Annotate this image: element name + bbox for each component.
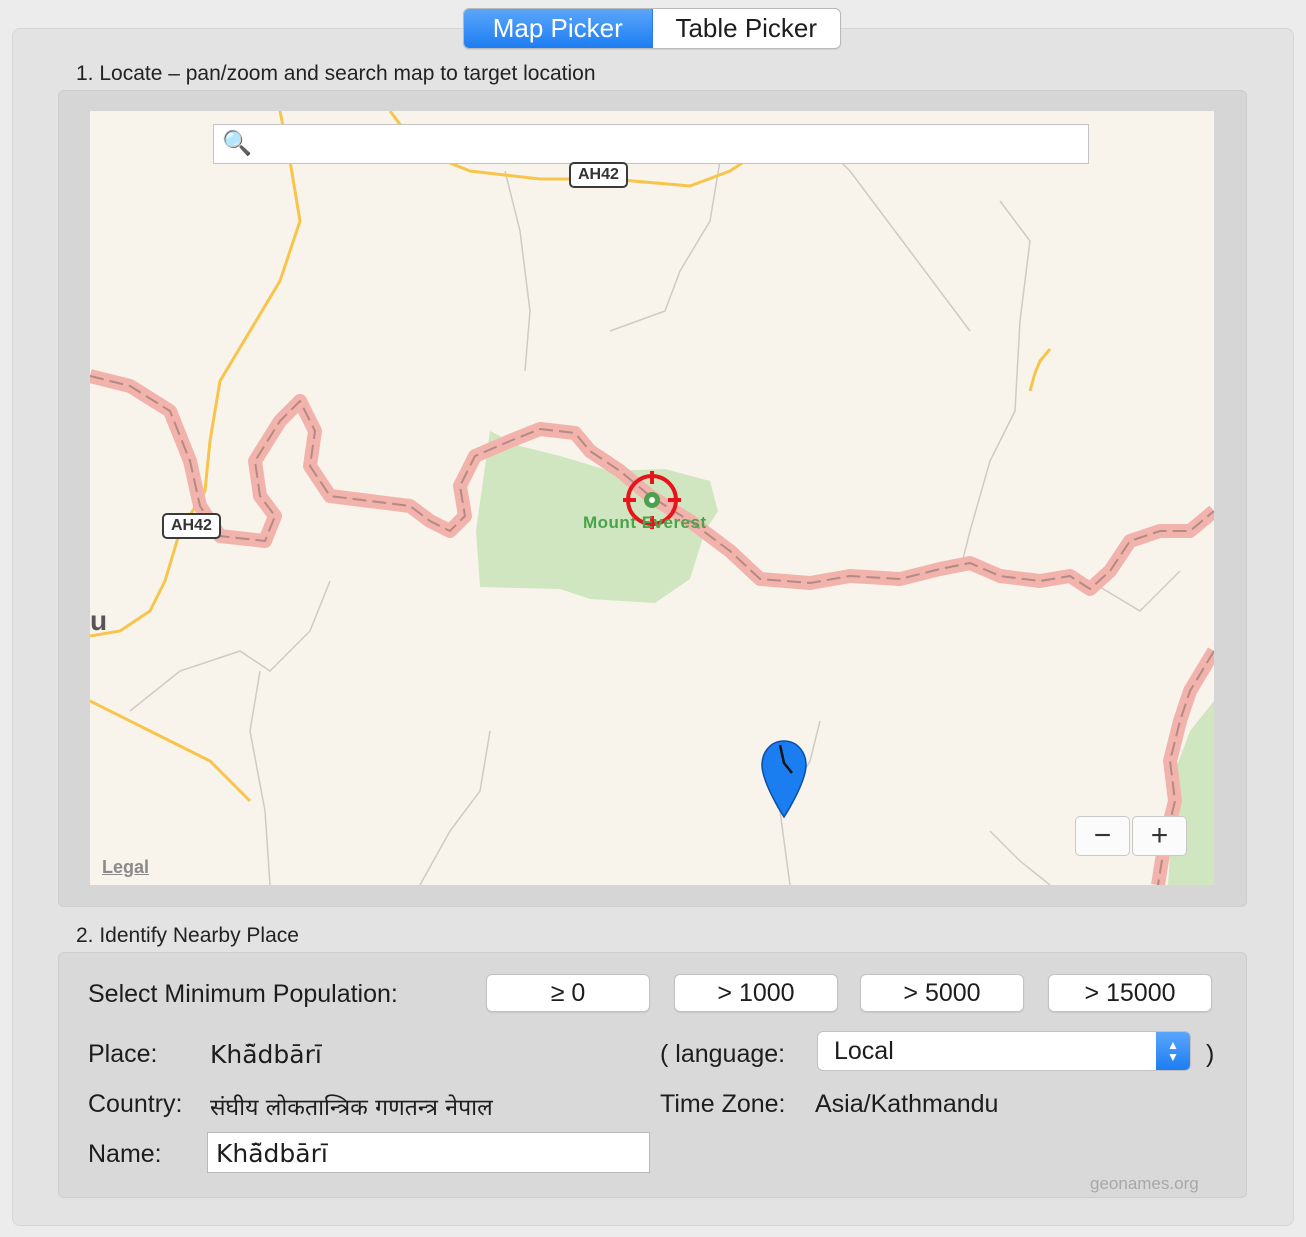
- population-button-5000[interactable]: > 5000: [860, 974, 1024, 1012]
- place-value: Khā̃dbārī: [210, 1040, 322, 1069]
- geonames-credit: geonames.org: [1090, 1174, 1199, 1193]
- language-open-label: ( language:: [660, 1040, 786, 1068]
- search-icon: 🔍: [222, 130, 252, 157]
- population-button-15000[interactable]: > 15000: [1048, 974, 1212, 1012]
- country-label: Country:: [88, 1090, 183, 1118]
- population-label: Select Minimum Population:: [88, 980, 398, 1008]
- timezone-value: Asia/Kathmandu: [815, 1090, 999, 1118]
- map-search-input[interactable]: [260, 131, 1074, 159]
- picker-mode-segmented-control[interactable]: Map Picker Table Picker: [463, 8, 841, 49]
- city-label-fragment: u: [90, 605, 108, 636]
- map-canvas: [90, 111, 1214, 885]
- location-pin-icon: [761, 740, 807, 819]
- zoom-out-button[interactable]: −: [1075, 816, 1130, 856]
- population-button-1000[interactable]: > 1000: [674, 974, 838, 1012]
- legal-link[interactable]: Legal: [102, 857, 149, 878]
- place-label: Place:: [88, 1040, 158, 1068]
- road-badge: AH42: [569, 162, 628, 188]
- road-badge: AH42: [162, 513, 221, 539]
- language-select[interactable]: Local ▲ ▼: [817, 1031, 1191, 1071]
- zoom-in-button[interactable]: +: [1132, 816, 1187, 856]
- select-arrows-icon: ▲ ▼: [1156, 1032, 1190, 1070]
- step1-label: 1. Locate – pan/zoom and search map to t…: [76, 62, 596, 85]
- country-value: संघीय लोकतान्त्रिक गणतन्त्र नेपाल: [210, 1095, 493, 1121]
- name-field[interactable]: Khā̃dbārī: [207, 1132, 650, 1173]
- name-label: Name:: [88, 1140, 162, 1168]
- language-close-label: ): [1206, 1040, 1215, 1068]
- map-view[interactable]: 🔍 AH42 AH42 Mount Everest u Legal − +: [90, 111, 1214, 885]
- tab-map-picker[interactable]: Map Picker: [464, 9, 653, 48]
- tab-table-picker[interactable]: Table Picker: [653, 9, 841, 48]
- language-selected-value: Local: [834, 1036, 894, 1065]
- map-search-field[interactable]: 🔍: [213, 124, 1089, 164]
- poi-label: Mount Everest: [583, 513, 707, 532]
- step2-label: 2. Identify Nearby Place: [76, 924, 299, 947]
- timezone-label: Time Zone:: [660, 1090, 786, 1118]
- zoom-controls: − +: [1075, 816, 1187, 856]
- population-button-0[interactable]: ≥ 0: [486, 974, 650, 1012]
